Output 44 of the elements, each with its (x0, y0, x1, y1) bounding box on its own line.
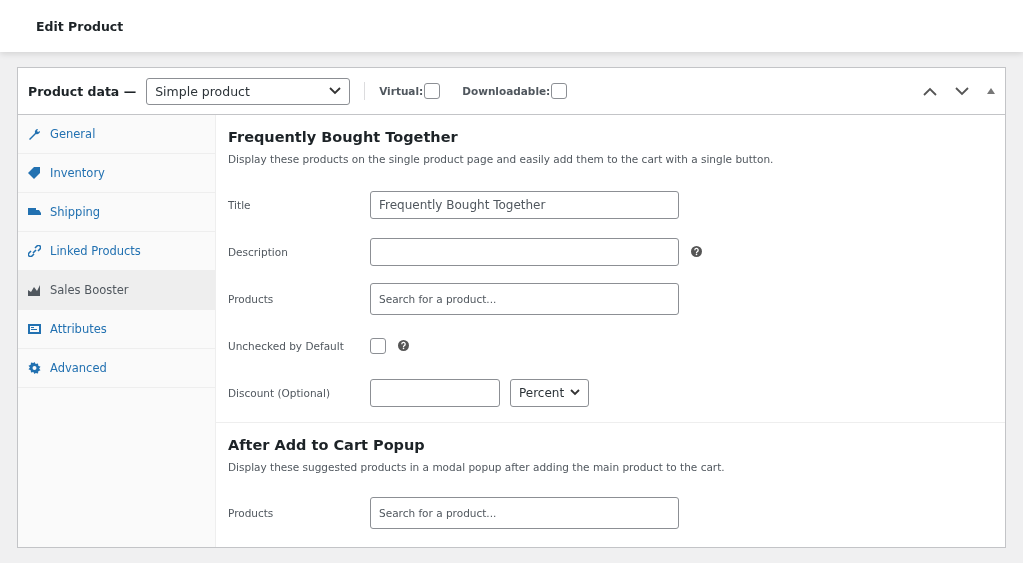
sidebar-tab[interactable]: Inventory (18, 154, 215, 193)
field-label: Description (228, 245, 289, 258)
sidebar-tab[interactable]: Sales Booster (18, 271, 215, 310)
discount-type-select[interactable]: Percent (510, 378, 590, 407)
field-label: Title (228, 198, 252, 211)
option-label: Downloadable: (462, 85, 551, 97)
tab-icon (28, 323, 41, 335)
search-field[interactable]: Search for a product... (370, 496, 679, 529)
text-field[interactable]: Frequently Bought Together (370, 190, 679, 219)
sidebar-tab[interactable]: Attributes (18, 310, 215, 349)
search-field[interactable]: Search for a product... (370, 282, 679, 315)
section-description: Display these products on the single product page and easily add them to the cart with a single button. (228, 153, 775, 165)
sidebar-tab[interactable]: General (18, 115, 215, 154)
panel-label: Product data — (28, 83, 137, 99)
page-title: Edit Product (36, 18, 124, 34)
tab-icon (28, 284, 41, 296)
move-down-icon[interactable] (955, 86, 969, 96)
field-label: Unchecked by Default (228, 339, 345, 352)
tab-icon (28, 206, 41, 218)
tab-icon (28, 362, 41, 374)
help-icon[interactable] (398, 340, 409, 351)
field-label: Discount (Optional) (228, 386, 332, 399)
checkbox[interactable] (424, 83, 441, 99)
tab-icon (28, 245, 41, 257)
option-label: Virtual: (379, 85, 424, 97)
text-field[interactable] (370, 237, 679, 266)
help-icon[interactable] (691, 246, 702, 257)
field-label: Products (228, 506, 275, 519)
section-description: Display these suggested products in a modal popup after adding the main product to the cart. (228, 461, 726, 473)
section-title: After Add to Cart Popup (228, 437, 426, 453)
tab-icon (28, 167, 41, 179)
chevron-down-icon (570, 389, 581, 396)
move-up-icon[interactable] (923, 86, 937, 96)
sidebar-tab[interactable]: Shipping (18, 193, 215, 232)
section-title: Frequently Bought Together (228, 129, 459, 145)
collapse-icon[interactable] (987, 88, 995, 94)
checkbox[interactable] (370, 337, 386, 354)
discount-field[interactable] (370, 378, 500, 407)
field-label: Products (228, 292, 275, 305)
sidebar-tab[interactable]: Advanced (18, 349, 215, 388)
product-type-select[interactable]: Simple product (146, 77, 351, 105)
chevron-down-icon (329, 87, 342, 95)
tab-icon (28, 128, 41, 140)
checkbox[interactable] (551, 83, 568, 99)
